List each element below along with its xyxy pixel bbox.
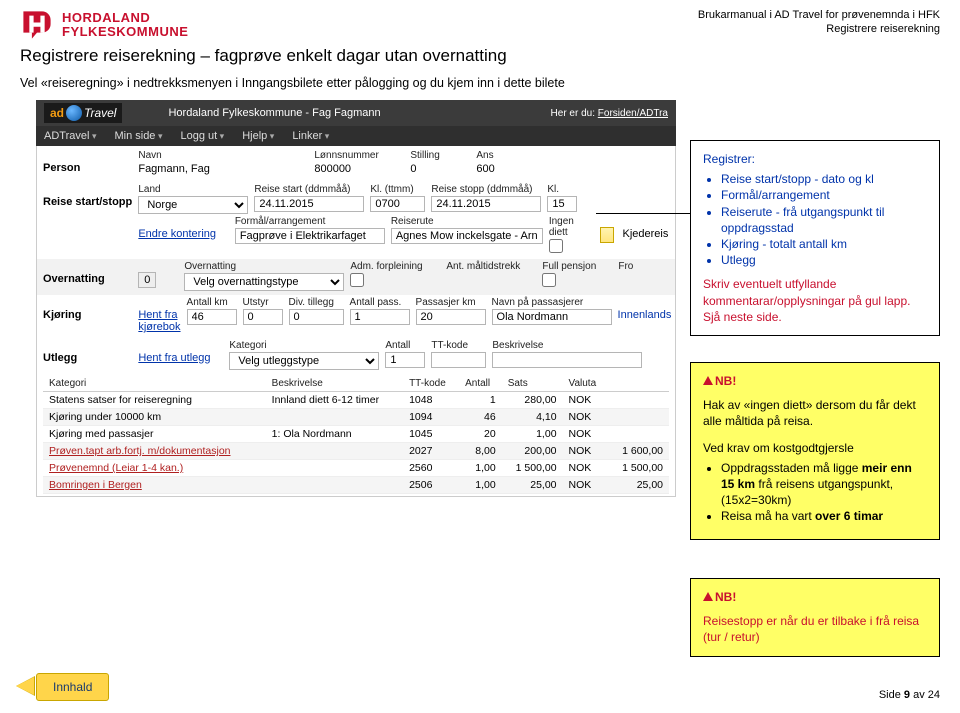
nav-hjelp[interactable]: Hjelp [242,130,274,142]
utlegg-beskr-input[interactable] [492,352,642,368]
page-title: Registrere reiserekning – fagprøve enkel… [0,42,960,72]
app-window-title: Hordaland Fylkeskommune - Fag Fagmann [168,107,380,119]
summary-table: Kategori Beskrivelse TT-kode Antall Sats… [43,376,669,494]
innhald-button[interactable]: Innhald [36,673,109,701]
breadcrumb[interactable]: Forsiden/ADTra [598,108,668,119]
hent-utlegg[interactable]: Hent fra utlegg [138,351,223,367]
km-input[interactable] [187,309,237,325]
nav-linker[interactable]: Linker [292,130,329,142]
section-overnatting: Overnatting [43,261,135,285]
hent-kjorebok[interactable]: Hent fra kjørebok [138,308,180,334]
utlegg-tt-input[interactable] [431,352,486,368]
nav-loggut[interactable]: Logg ut [180,130,224,142]
person-navn: Fagmann, Fag [138,162,308,178]
passkm-input[interactable] [416,309,486,325]
utlegg-antall-input[interactable] [385,352,425,368]
warning-icon [703,376,713,385]
reiserute-input[interactable] [391,228,543,244]
org-name-2: FYLKESKOMMUNE [62,25,188,39]
org-logo: HORDALAND FYLKESKOMMUNE [20,8,188,42]
endre-kontering[interactable]: Endre kontering [138,227,228,243]
overn-count: 0 [138,272,156,288]
kl-stopp-input[interactable] [547,196,577,212]
callout-registrer: Registrer: Reise start/stopp - dato og k… [690,140,940,336]
person-stilling: 0 [410,162,470,178]
person-lonn: 800000 [314,162,404,178]
pass-input[interactable] [350,309,410,325]
section-kjoring: Kjøring [43,297,135,321]
app-screenshot: adTravel Hordaland Fylkeskommune - Fag F… [36,100,676,497]
warning-icon [703,592,713,601]
navnpass-input[interactable] [492,309,612,325]
pensjon-checkbox[interactable] [542,273,556,287]
ingen-diett-checkbox[interactable] [549,239,563,253]
table-row: Prøvenemnd (Leiar 1-4 kan.)25601,001 500… [43,460,669,477]
table-row: Prøven.tapt arb.fortj. m/dokumentasjon20… [43,443,669,460]
adtravel-logo: adTravel [44,103,122,123]
adm-checkbox[interactable] [350,273,364,287]
table-row: Bomringen i Bergen25061,0025,00NOK25,00 [43,477,669,494]
back-arrow-icon [16,677,34,695]
table-row: Kjøring med passasjer1: Ola Nordmann1045… [43,426,669,443]
header-right: Brukarmanual i AD Travel for prøvenemnda… [698,8,940,42]
nav-adtravel[interactable]: ADTravel [44,130,96,142]
person-ans: 600 [476,162,516,178]
formal-input[interactable] [235,228,385,244]
table-row: Statens satser for reiseregningInnland d… [43,392,669,409]
land-select[interactable]: Norge [138,196,248,214]
callout-nb1: NB! Hak av «ingen diett» dersom du får d… [690,362,940,540]
section-startstopp: Reise start/stopp [43,184,135,208]
div-input[interactable] [289,309,344,325]
nav-minside[interactable]: Min side [114,130,162,142]
org-name-1: HORDALAND [62,11,188,25]
reise-stopp-input[interactable] [431,196,541,212]
utlegg-kategori-select[interactable]: Velg utleggstype [229,352,379,370]
section-utlegg: Utlegg [43,340,135,364]
utstyr-input[interactable] [243,309,283,325]
overnatting-select[interactable]: Velg overnattingstype [184,273,344,291]
table-row: Kjøring under 10000 km1094464,10NOK [43,409,669,426]
kl-start-input[interactable] [370,196,425,212]
reise-start-input[interactable] [254,196,364,212]
callout-nb2: NB! Reisestopp er når du er tilbake i fr… [690,578,940,657]
section-person: Person [43,150,135,174]
app-nav: ADTravel Min side Logg ut Hjelp Linker [36,126,676,146]
page-subtitle: Vel «reiseregning» i nedtrekksmenyen i I… [0,72,960,100]
page-number: Side 9 av 24 [879,689,940,701]
note-icon[interactable] [600,227,614,243]
